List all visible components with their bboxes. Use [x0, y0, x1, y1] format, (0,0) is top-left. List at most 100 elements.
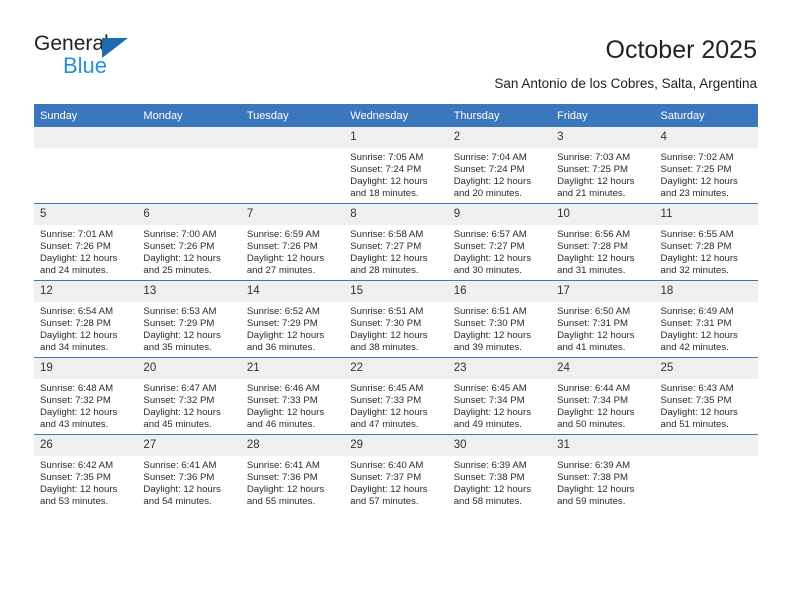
sunset-text: Sunset: 7:31 PM: [557, 318, 629, 330]
daylight-text-line2: and 43 minutes.: [40, 419, 109, 431]
day-cell-inner: 5 Sunrise: 7:01 AM Sunset: 7:26 PM Daylight…: [34, 204, 138, 280]
day-cell[interactable]: 9 Sunrise: 6:57 AM Sunset: 7:27 PM Daylight…: [447, 203, 552, 281]
day-sun-info: Sunrise: 7:03 AM Sunset: 7:25 PM Daylight:…: [551, 148, 654, 200]
day-cell[interactable]: 27 Sunrise: 6:41 AM Sunset: 7:36 PM Dayligh…: [137, 434, 241, 511]
day-cell[interactable]: 2 Sunrise: 7:04 AM Sunset: 7:24 PM Daylight…: [447, 127, 552, 204]
daylight-text-line2: and 58 minutes.: [453, 496, 522, 508]
day-cell-inner: [654, 435, 758, 511]
day-cell[interactable]: 8 Sunrise: 6:58 AM Sunset: 7:27 PM Daylight…: [344, 203, 448, 281]
day-cell-inner: 19 Sunrise: 6:48 AM Sunset: 7:32 PM Dayligh…: [34, 358, 138, 434]
daylight-text-line2: and 51 minutes.: [660, 419, 729, 431]
day-sun-info: Sunrise: 7:05 AM Sunset: 7:24 PM Daylight:…: [344, 148, 447, 200]
daylight-text-line2: and 24 minutes.: [40, 265, 109, 277]
daylight-text-line2: and 59 minutes.: [557, 496, 626, 508]
day-sun-info: Sunrise: 6:55 AM Sunset: 7:28 PM Daylight:…: [655, 225, 758, 277]
daylight-text-line2: and 49 minutes.: [453, 419, 522, 431]
day-number: [137, 127, 241, 148]
day-number: 22: [344, 358, 448, 379]
day-cell[interactable]: 25 Sunrise: 6:43 AM Sunset: 7:35 PM Dayligh…: [654, 357, 758, 435]
daylight-text-line2: and 55 minutes.: [246, 496, 316, 508]
day-cell-inner: 16 Sunrise: 6:51 AM Sunset: 7:30 PM Dayligh…: [447, 281, 552, 357]
day-cell[interactable]: 14 Sunrise: 6:52 AM Sunset: 7:29 PM Dayligh…: [240, 280, 345, 358]
day-cell[interactable]: 1 Sunrise: 7:05 AM Sunset: 7:24 PM Daylight…: [344, 127, 448, 204]
sunset-text: Sunset: 7:25 PM: [557, 164, 629, 176]
day-cell-empty: [34, 127, 138, 204]
sunrise-text: Sunrise: 6:58 AM: [350, 229, 424, 240]
day-sun-info: Sunrise: 6:43 AM Sunset: 7:35 PM Daylight:…: [655, 379, 758, 431]
day-cell-inner: 9 Sunrise: 6:57 AM Sunset: 7:27 PM Daylight…: [447, 204, 552, 280]
day-cell[interactable]: 23 Sunrise: 6:45 AM Sunset: 7:34 PM Dayligh…: [447, 357, 552, 435]
daylight-text-line2: and 38 minutes.: [350, 342, 419, 354]
day-cell[interactable]: 24 Sunrise: 6:44 AM Sunset: 7:34 PM Dayligh…: [551, 357, 655, 435]
day-cell[interactable]: 30 Sunrise: 6:39 AM Sunset: 7:38 PM Dayligh…: [447, 434, 552, 511]
calendar-week-row: 1 Sunrise: 7:05 AM Sunset: 7:24 PM Daylight…: [34, 127, 758, 204]
daylight-text-line2: and 57 minutes.: [350, 496, 419, 508]
day-cell[interactable]: 3 Sunrise: 7:03 AM Sunset: 7:25 PM Daylight…: [551, 127, 655, 204]
daylight-text-line1: Daylight: 12 hours: [557, 330, 635, 342]
day-sun-info: Sunrise: 6:46 AM Sunset: 7:33 PM Daylight:…: [241, 379, 344, 431]
day-cell[interactable]: 19 Sunrise: 6:48 AM Sunset: 7:32 PM Dayligh…: [34, 357, 138, 435]
sunset-text: Sunset: 7:32 PM: [40, 395, 111, 407]
sunset-text: Sunset: 7:26 PM: [143, 241, 215, 253]
daylight-text-line2: and 36 minutes.: [246, 342, 316, 354]
day-cell[interactable]: 31 Sunrise: 6:39 AM Sunset: 7:38 PM Dayligh…: [551, 434, 655, 511]
sunrise-text: Sunrise: 6:51 AM: [350, 306, 424, 317]
day-cell[interactable]: 6 Sunrise: 7:00 AM Sunset: 7:26 PM Daylight…: [137, 203, 241, 281]
sunrise-text: Sunrise: 6:48 AM: [40, 383, 114, 394]
day-cell[interactable]: 26 Sunrise: 6:42 AM Sunset: 7:35 PM Dayligh…: [34, 434, 138, 511]
day-cell[interactable]: 20 Sunrise: 6:47 AM Sunset: 7:32 PM Dayligh…: [137, 357, 241, 435]
day-cell[interactable]: 18 Sunrise: 6:49 AM Sunset: 7:31 PM Dayligh…: [654, 280, 758, 358]
day-sun-info: Sunrise: 7:04 AM Sunset: 7:24 PM Daylight:…: [448, 148, 551, 200]
sunrise-text: Sunrise: 6:41 AM: [246, 460, 320, 471]
day-cell[interactable]: 12 Sunrise: 6:54 AM Sunset: 7:28 PM Dayligh…: [34, 280, 138, 358]
day-cell[interactable]: 7 Sunrise: 6:59 AM Sunset: 7:26 PM Daylight…: [240, 203, 345, 281]
day-cell[interactable]: 29 Sunrise: 6:40 AM Sunset: 7:37 PM Dayligh…: [344, 434, 448, 511]
sunrise-text: Sunrise: 7:02 AM: [660, 152, 734, 163]
sunset-text: Sunset: 7:26 PM: [40, 241, 111, 253]
sunrise-text: Sunrise: 6:42 AM: [40, 460, 114, 471]
daylight-text-line2: and 39 minutes.: [453, 342, 522, 354]
day-cell[interactable]: 17 Sunrise: 6:50 AM Sunset: 7:31 PM Dayligh…: [551, 280, 655, 358]
day-cell-inner: 15 Sunrise: 6:51 AM Sunset: 7:30 PM Dayligh…: [344, 281, 448, 357]
day-cell[interactable]: 13 Sunrise: 6:53 AM Sunset: 7:29 PM Dayligh…: [137, 280, 241, 358]
page-title: October 2025: [605, 36, 758, 64]
day-cell[interactable]: 15 Sunrise: 6:51 AM Sunset: 7:30 PM Dayligh…: [344, 280, 448, 358]
day-cell-inner: 29 Sunrise: 6:40 AM Sunset: 7:37 PM Dayligh…: [344, 435, 448, 511]
day-sun-info: Sunrise: 7:02 AM Sunset: 7:25 PM Daylight:…: [655, 148, 758, 200]
general-blue-logo: General Blue: [34, 32, 204, 78]
day-cell[interactable]: 16 Sunrise: 6:51 AM Sunset: 7:30 PM Dayligh…: [447, 280, 552, 358]
daylight-text-line1: Daylight: 12 hours: [453, 484, 532, 496]
sunrise-text: Sunrise: 6:57 AM: [453, 229, 527, 240]
day-number: 24: [551, 358, 655, 379]
day-cell[interactable]: 10 Sunrise: 6:56 AM Sunset: 7:28 PM Dayligh…: [551, 203, 655, 281]
day-number: [654, 435, 758, 456]
day-number: 18: [654, 281, 758, 302]
day-cell-inner: [240, 127, 345, 203]
sunset-text: Sunset: 7:33 PM: [350, 395, 422, 407]
day-sun-info: Sunrise: 6:39 AM Sunset: 7:38 PM Daylight:…: [448, 456, 551, 508]
sunrise-text: Sunrise: 6:40 AM: [350, 460, 424, 471]
daylight-text-line1: Daylight: 12 hours: [453, 330, 532, 342]
sunrise-text: Sunrise: 6:53 AM: [143, 306, 217, 317]
day-cell[interactable]: 28 Sunrise: 6:41 AM Sunset: 7:36 PM Dayligh…: [240, 434, 345, 511]
daylight-text-line1: Daylight: 12 hours: [40, 330, 118, 342]
sunset-text: Sunset: 7:25 PM: [660, 164, 732, 176]
day-number: 15: [344, 281, 448, 302]
calendar-week-row: 5 Sunrise: 7:01 AM Sunset: 7:26 PM Daylight…: [34, 203, 758, 281]
sunset-text: Sunset: 7:34 PM: [557, 395, 629, 407]
sunset-text: Sunset: 7:28 PM: [557, 241, 629, 253]
day-cell-inner: [34, 127, 138, 203]
sunset-text: Sunset: 7:29 PM: [143, 318, 215, 330]
day-cell[interactable]: 22 Sunrise: 6:45 AM Sunset: 7:33 PM Dayligh…: [344, 357, 448, 435]
day-cell[interactable]: 11 Sunrise: 6:55 AM Sunset: 7:28 PM Dayligh…: [654, 203, 758, 281]
day-cell[interactable]: 5 Sunrise: 7:01 AM Sunset: 7:26 PM Daylight…: [34, 203, 138, 281]
sunset-text: Sunset: 7:38 PM: [453, 472, 525, 484]
sunset-text: Sunset: 7:27 PM: [453, 241, 525, 253]
day-sun-info: Sunrise: 6:50 AM Sunset: 7:31 PM Daylight:…: [551, 302, 654, 354]
day-cell[interactable]: 4 Sunrise: 7:02 AM Sunset: 7:25 PM Daylight…: [654, 127, 758, 204]
weekday-header-wednesday: Wednesday: [344, 104, 448, 127]
calendar-week-row: 26 Sunrise: 6:42 AM Sunset: 7:35 PM Dayligh…: [34, 434, 758, 511]
daylight-text-line1: Daylight: 12 hours: [660, 407, 738, 419]
sunset-text: Sunset: 7:30 PM: [350, 318, 422, 330]
day-cell[interactable]: 21 Sunrise: 6:46 AM Sunset: 7:33 PM Dayligh…: [240, 357, 345, 435]
